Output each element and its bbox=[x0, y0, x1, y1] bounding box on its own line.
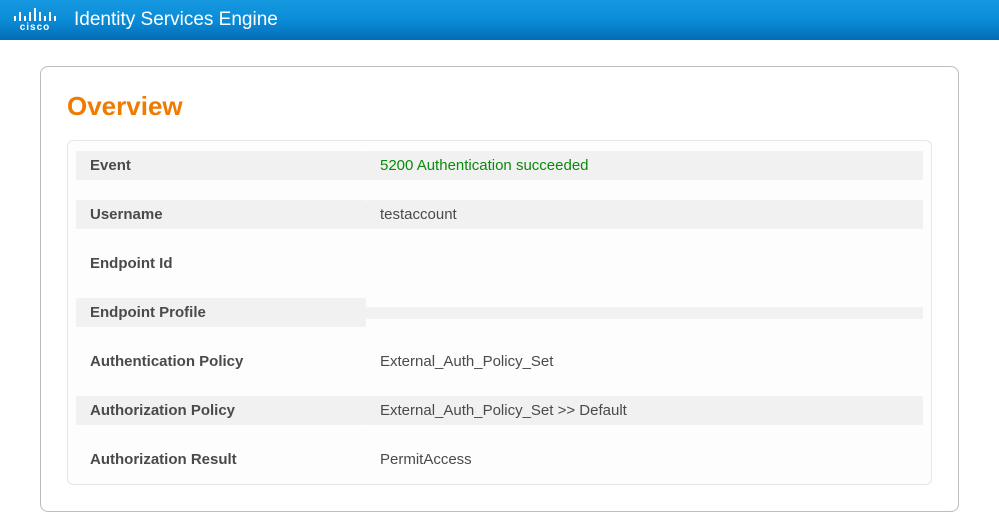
row-authz-result: Authorization Result PermitAccess bbox=[68, 435, 931, 484]
row-event: Event 5200 Authentication succeeded bbox=[68, 141, 931, 190]
value-auth-policy: External_Auth_Policy_Set bbox=[366, 347, 923, 376]
value-endpoint-profile bbox=[366, 307, 923, 319]
label-auth-policy: Authentication Policy bbox=[76, 347, 366, 376]
value-authz-policy: External_Auth_Policy_Set >> Default bbox=[366, 396, 923, 425]
row-endpoint-id: Endpoint Id bbox=[68, 239, 931, 288]
overview-panel: Overview Event 5200 Authentication succe… bbox=[40, 66, 959, 512]
label-endpoint-profile: Endpoint Profile bbox=[76, 298, 366, 327]
detail-list: Event 5200 Authentication succeeded User… bbox=[67, 140, 932, 485]
label-authz-policy: Authorization Policy bbox=[76, 396, 366, 425]
label-endpoint-id: Endpoint Id bbox=[76, 249, 366, 278]
app-title: Identity Services Engine bbox=[74, 9, 278, 31]
row-username: Username testaccount bbox=[68, 190, 931, 239]
row-auth-policy: Authentication Policy External_Auth_Poli… bbox=[68, 337, 931, 386]
cisco-brand-text: cisco bbox=[20, 22, 51, 33]
content-wrap: Overview Event 5200 Authentication succe… bbox=[0, 40, 999, 512]
row-endpoint-profile: Endpoint Profile bbox=[68, 288, 931, 337]
row-authz-policy: Authorization Policy External_Auth_Polic… bbox=[68, 386, 931, 435]
value-username: testaccount bbox=[366, 200, 923, 229]
cisco-logo: cisco bbox=[14, 7, 56, 33]
header-bar: cisco Identity Services Engine bbox=[0, 0, 999, 40]
label-event: Event bbox=[76, 151, 366, 180]
panel-title: Overview bbox=[67, 91, 932, 122]
label-username: Username bbox=[76, 200, 366, 229]
label-authz-result: Authorization Result bbox=[76, 445, 366, 474]
cisco-logo-bars-icon bbox=[14, 7, 56, 21]
value-authz-result: PermitAccess bbox=[366, 445, 923, 474]
value-event: 5200 Authentication succeeded bbox=[366, 151, 923, 180]
value-endpoint-id bbox=[366, 258, 923, 270]
